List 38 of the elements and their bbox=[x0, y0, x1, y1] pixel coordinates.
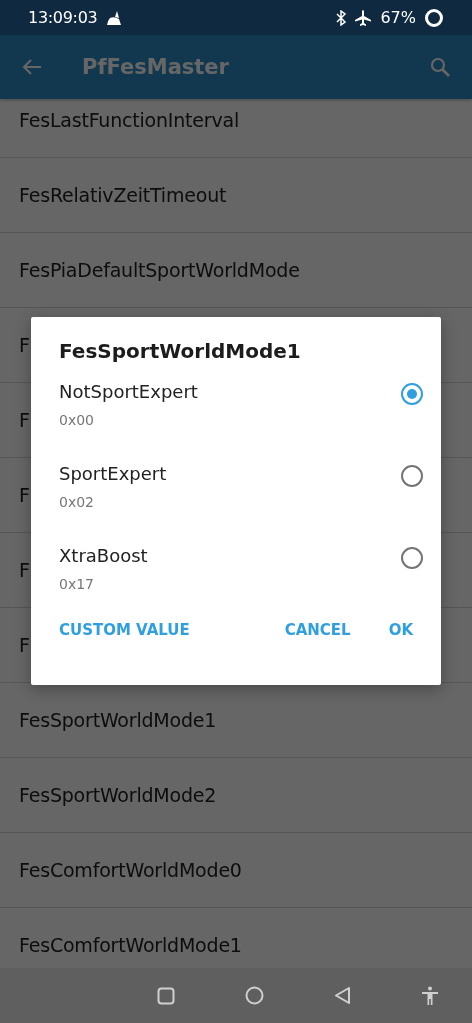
list-item[interactable]: FesLastFunctionInterval bbox=[19, 109, 240, 131]
broom-icon bbox=[105, 9, 124, 26]
back-triangle-icon[interactable] bbox=[334, 986, 351, 1005]
option-label[interactable]: NotSportExpert bbox=[59, 380, 198, 402]
battery-ring-icon bbox=[424, 7, 444, 28]
option-label[interactable]: SportExpert bbox=[59, 462, 167, 484]
list-item[interactable]: F bbox=[19, 484, 30, 506]
dialog-title: FesSportWorldMode1 bbox=[59, 339, 301, 363]
recents-square-icon[interactable] bbox=[157, 986, 175, 1005]
search-icon[interactable] bbox=[430, 57, 450, 77]
battery-percent: 67% bbox=[380, 8, 416, 27]
airplane-icon bbox=[354, 8, 373, 27]
option-label[interactable]: XtraBoost bbox=[59, 544, 148, 566]
ok-button[interactable]: OK bbox=[388, 617, 413, 643]
radio-button[interactable] bbox=[401, 465, 423, 487]
list-item[interactable]: F bbox=[19, 634, 30, 656]
list-item[interactable]: FesComfortWorldMode0 bbox=[19, 859, 242, 881]
option-value: 0x00 bbox=[59, 411, 94, 428]
radio-button[interactable] bbox=[401, 383, 423, 405]
list-item[interactable]: FesSportWorldMode2 bbox=[19, 784, 217, 806]
home-circle-icon[interactable] bbox=[245, 986, 264, 1005]
list-item[interactable]: FesComfortWorldMode1 bbox=[19, 934, 242, 956]
option-value: 0x17 bbox=[59, 575, 94, 592]
back-arrow-icon[interactable] bbox=[22, 58, 42, 76]
list-item[interactable]: F bbox=[19, 409, 30, 431]
list-item[interactable]: FesPiaDefaultSportWorldMode bbox=[19, 259, 300, 281]
list-item[interactable]: F bbox=[19, 334, 30, 356]
status-time: 13:09:03 bbox=[28, 8, 98, 27]
option-value: 0x02 bbox=[59, 493, 94, 510]
bluetooth-icon bbox=[336, 9, 347, 26]
list-item[interactable]: FesRelativZeitTimeout bbox=[19, 184, 227, 206]
custom-value-button[interactable]: CUSTOM VALUE bbox=[59, 617, 190, 643]
app-title: PfFesMaster bbox=[82, 55, 230, 79]
list-item[interactable]: F bbox=[19, 559, 30, 581]
cancel-button[interactable]: CANCEL bbox=[284, 617, 351, 643]
radio-button[interactable] bbox=[401, 547, 423, 569]
accessibility-icon[interactable] bbox=[421, 985, 439, 1006]
list-item[interactable]: FesSportWorldMode1 bbox=[19, 709, 217, 731]
